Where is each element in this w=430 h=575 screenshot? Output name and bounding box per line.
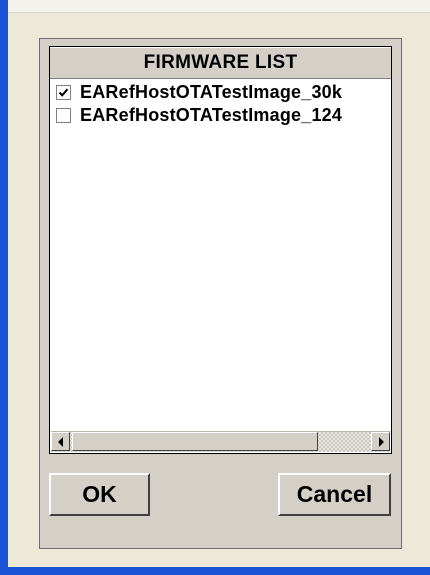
- horizontal-scrollbar[interactable]: [51, 431, 390, 452]
- window: FIRMWARE LIST EARefHostOTATestImage_30k …: [0, 0, 430, 575]
- firmware-dialog: FIRMWARE LIST EARefHostOTATestImage_30k …: [39, 38, 402, 549]
- list-item[interactable]: EARefHostOTATestImage_30k: [50, 81, 391, 104]
- arrow-right-icon: [378, 436, 384, 447]
- cancel-button[interactable]: Cancel: [278, 473, 391, 516]
- checkbox-unchecked[interactable]: [56, 108, 71, 123]
- scroll-right-button[interactable]: [371, 432, 390, 451]
- checkmark-icon: [58, 88, 69, 97]
- arrow-left-icon: [57, 436, 63, 447]
- list-header: FIRMWARE LIST: [50, 47, 391, 79]
- window-top-strip: [8, 0, 430, 13]
- list-rows: EARefHostOTATestImage_30k EARefHostOTATe…: [50, 79, 391, 127]
- firmware-listbox[interactable]: FIRMWARE LIST EARefHostOTATestImage_30k …: [49, 46, 392, 454]
- list-item-label: EARefHostOTATestImage_124: [80, 105, 343, 125]
- scroll-left-button[interactable]: [51, 432, 70, 451]
- checkbox-checked[interactable]: [56, 85, 71, 100]
- list-item-label: EARefHostOTATestImage_30k: [80, 82, 343, 102]
- ok-button[interactable]: OK: [49, 473, 150, 516]
- list-item[interactable]: EARefHostOTATestImage_124: [50, 104, 391, 127]
- scroll-thumb[interactable]: [72, 432, 318, 451]
